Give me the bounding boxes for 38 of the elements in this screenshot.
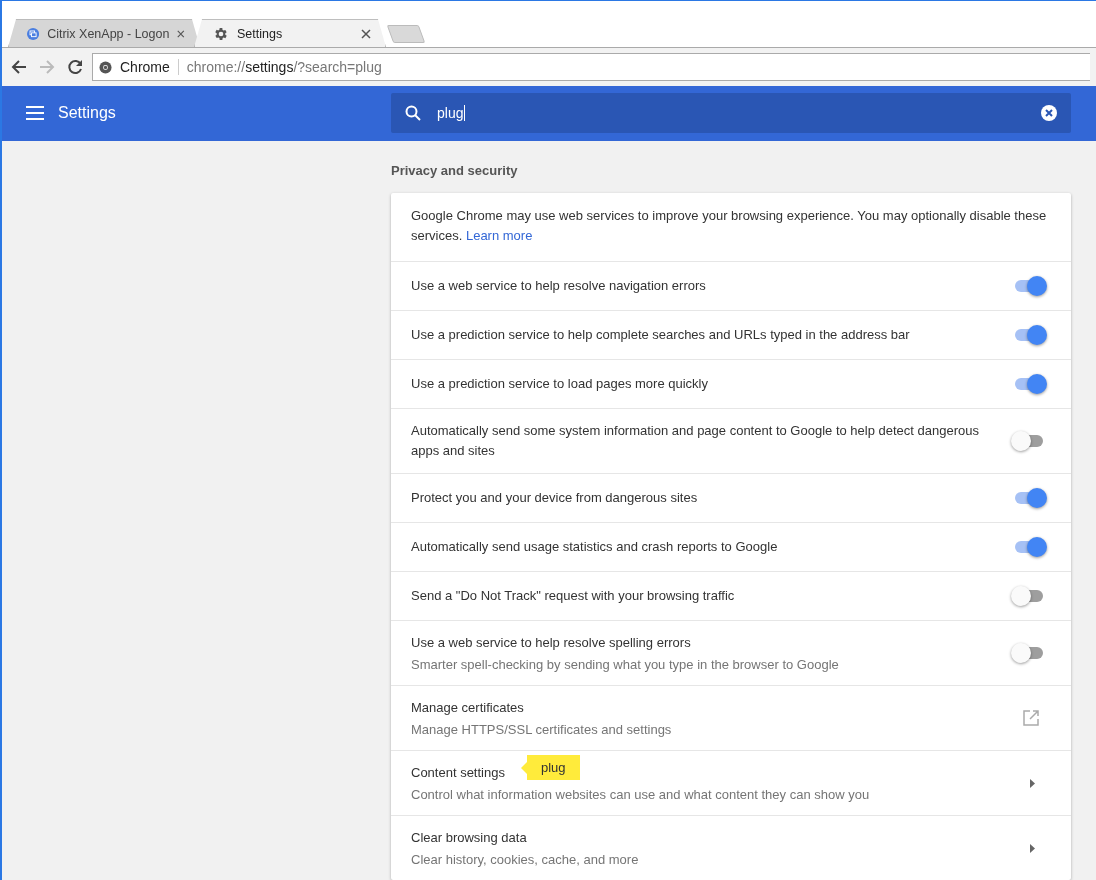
setting-description: Clear history, cookies, cache, and more (411, 851, 639, 868)
setting-label: Content settings (411, 764, 505, 782)
setting-label: Clear browsing data (411, 829, 527, 847)
setting-label: Protect you and your device from dangerous sites (411, 489, 698, 507)
close-icon[interactable] (361, 28, 371, 39)
menu-icon[interactable] (26, 106, 44, 121)
setting-label: Use a web service to help resolve navigation errors (411, 277, 706, 295)
tab-title: Citrix XenApp - Logon (47, 26, 170, 41)
app-icon (27, 25, 40, 42)
chrome-logo-icon (99, 60, 112, 74)
setting-label: Use a prediction service to help complete searches and URLs typed in the address bar (411, 326, 910, 344)
search-field[interactable]: plug (391, 93, 1071, 134)
url-text: chrome://settings/?search=plug (186, 59, 382, 76)
setting-label: Automatically send some system information and page content to Google to help detect dangerous apps and sites (411, 422, 980, 460)
site-label: Chrome (120, 59, 179, 76)
gear-icon (213, 25, 229, 42)
setting-label: Use a prediction service to load pages more quickly (411, 375, 708, 393)
intro-text: Google Chrome may use web services to improve your browsing experience. You may optionally disable these services. Learn more (391, 193, 1071, 262)
search-icon (405, 105, 421, 122)
setting-label: Send a "Do Not Track" request with your browsing traffic (411, 587, 735, 605)
clear-search-icon[interactable] (1041, 105, 1057, 122)
setting-description: Smarter spell-checking by sending what you type in the browser to Google (411, 656, 839, 673)
new-tab-button[interactable] (386, 25, 426, 44)
chevron-right-icon[interactable] (1029, 778, 1035, 788)
tab-title: Settings (237, 26, 284, 41)
close-icon[interactable] (177, 28, 185, 39)
browser-tab[interactable]: Settings (194, 19, 386, 48)
setting-label: Manage certificates (411, 699, 524, 717)
address-bar[interactable]: Chrome chrome://settings/?search=plug (92, 53, 1090, 82)
external-link-icon[interactable] (1023, 710, 1039, 726)
page-title: Settings (58, 104, 116, 123)
setting-description: Control what information websites can use and what content they can show you (411, 786, 870, 803)
setting-description: Manage HTTPS/SSL certificates and settings (411, 721, 672, 738)
chevron-right-icon[interactable] (1029, 843, 1035, 853)
setting-label: Use a web service to help resolve spelling errors (411, 634, 691, 652)
setting-label: Automatically send usage statistics and crash reports to Google (411, 538, 778, 556)
learn-more-link[interactable]: Learn more (465, 228, 533, 243)
section-title: Privacy and security (391, 163, 519, 178)
